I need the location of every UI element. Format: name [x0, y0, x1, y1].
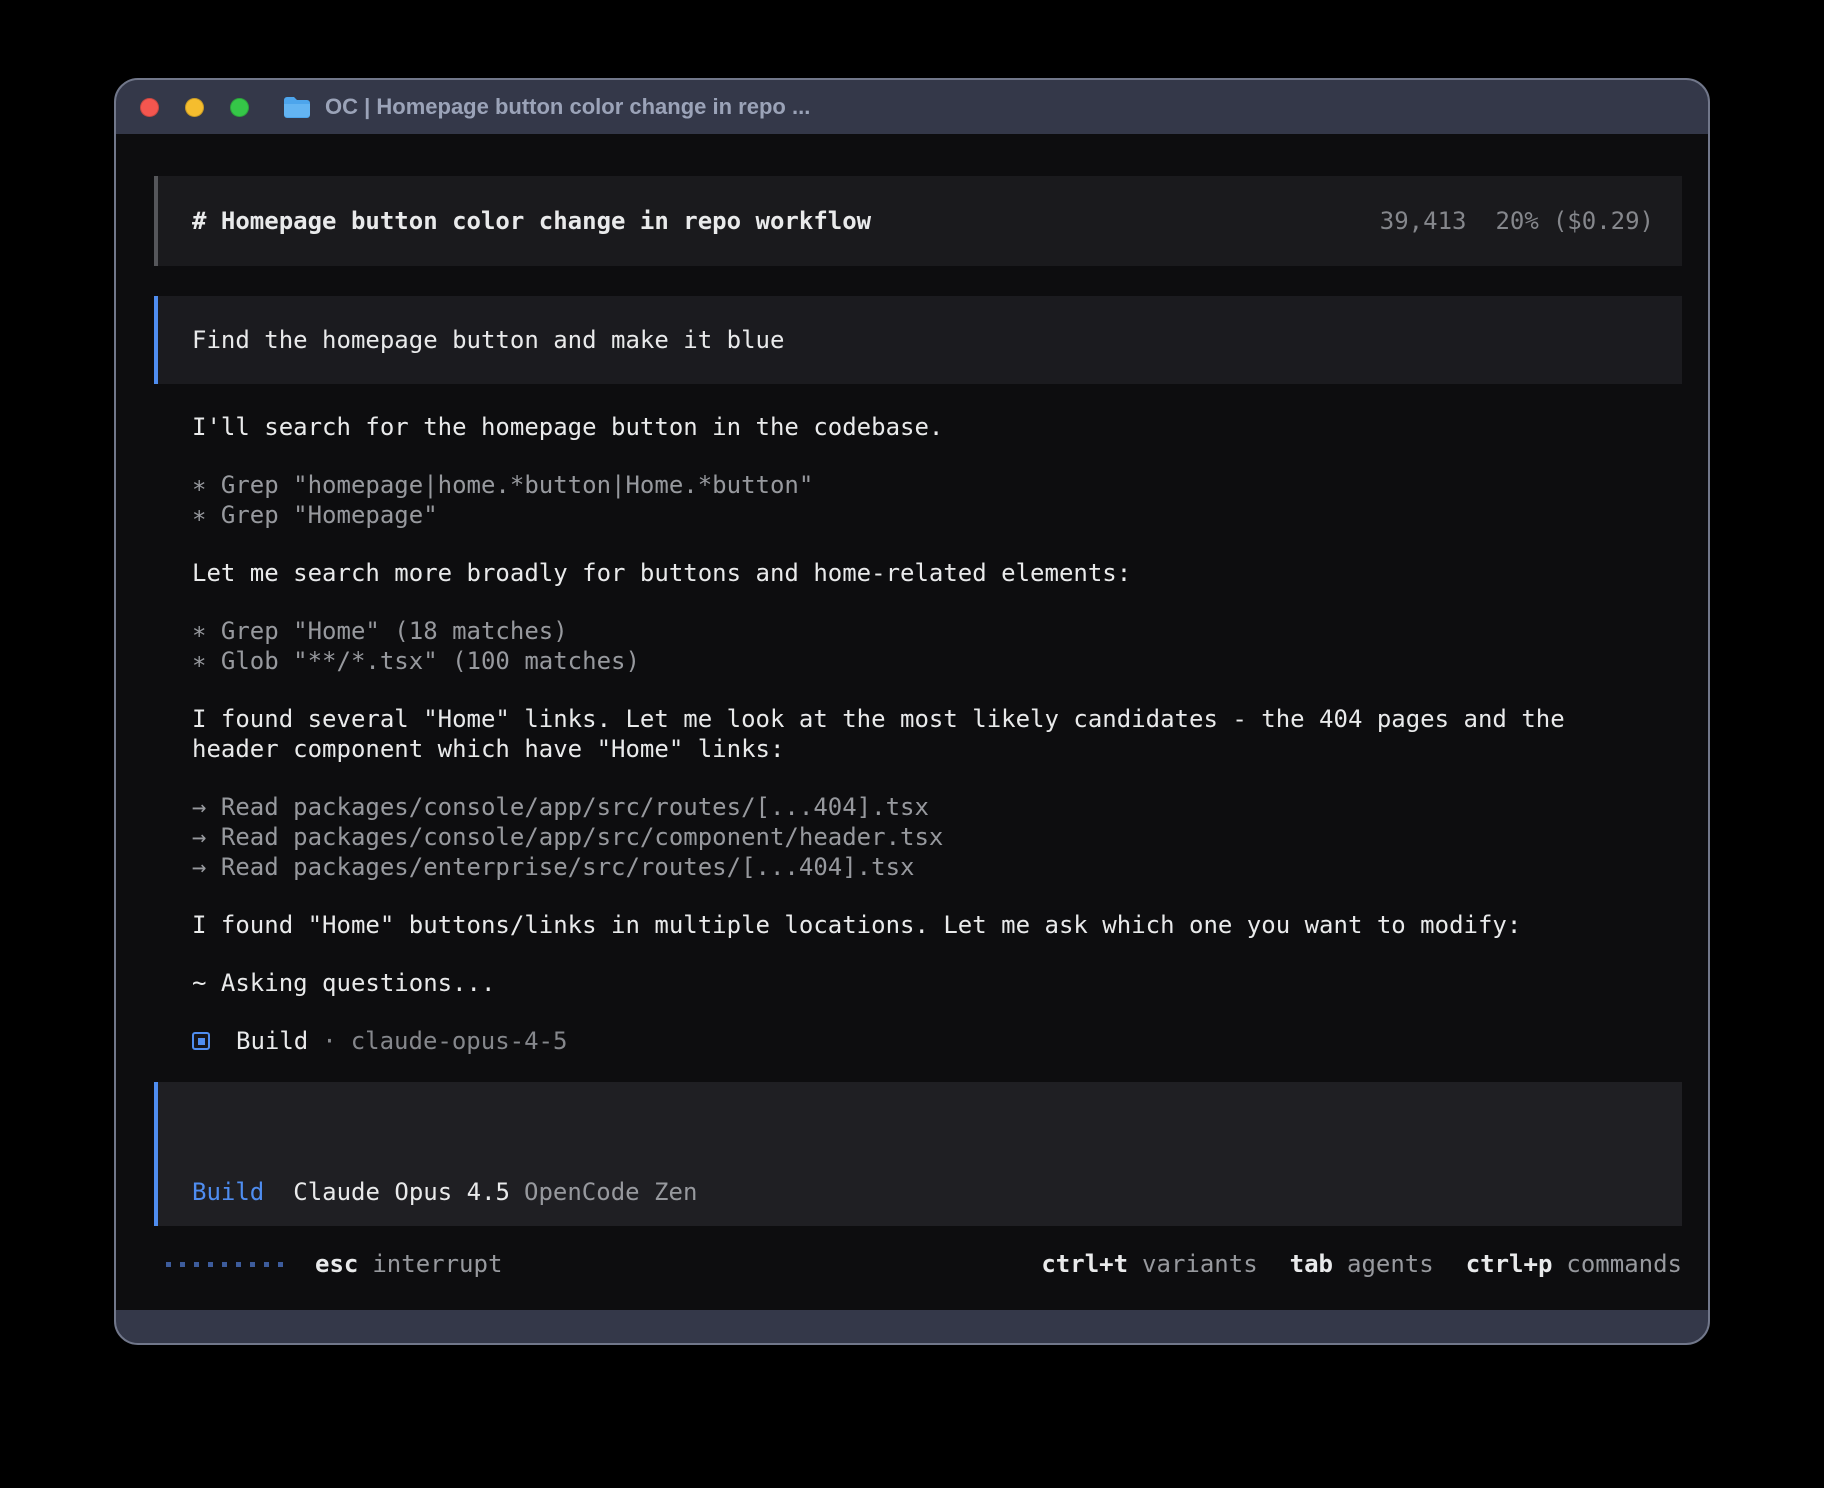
user-message: Find the homepage button and make it blu… — [154, 296, 1682, 384]
hint-key: tab — [1290, 1250, 1333, 1278]
session-title: # Homepage button color change in repo w… — [192, 207, 871, 235]
user-message-text: Find the homepage button and make it blu… — [192, 326, 784, 354]
window-title: OC | Homepage button color change in rep… — [325, 94, 810, 120]
tool-call-line: ∗ Glob "**/*.tsx" (100 matches) — [192, 646, 1682, 676]
status-left: esc interrupt — [154, 1250, 502, 1278]
assistant-text-line: I found several "Home" links. Let me loo… — [192, 704, 1682, 734]
agent-model: claude-opus-4-5 — [351, 1027, 568, 1055]
interrupt-label: interrupt — [372, 1250, 502, 1278]
spinner-dot — [166, 1262, 171, 1267]
assistant-text-block: I found "Home" buttons/links in multiple… — [154, 910, 1682, 940]
assistant-text-line: I'll search for the homepage button in t… — [192, 412, 1682, 442]
assistant-text-block: I found several "Home" links. Let me loo… — [154, 704, 1682, 764]
spinner-dot — [208, 1262, 213, 1267]
hint-commands: ctrl+p commands — [1466, 1250, 1682, 1278]
input-model-label: Claude Opus 4.5 — [293, 1178, 510, 1206]
spinner-dot — [250, 1262, 255, 1267]
spinner-dot — [278, 1262, 283, 1267]
context-percentage: 20% — [1495, 207, 1538, 235]
hint-key: ctrl+t — [1041, 1250, 1128, 1278]
agent-separator: · — [322, 1027, 336, 1055]
hint-variants: ctrl+t variants — [1041, 1250, 1257, 1278]
input-provider-label: OpenCode Zen — [524, 1178, 697, 1206]
tool-call-line: ∗ Grep "Home" (18 matches) — [192, 616, 1682, 646]
status-hints: ctrl+t variants tab agents ctrl+p comman… — [1009, 1250, 1682, 1278]
status-bar: esc interrupt ctrl+t variants tab agents… — [154, 1250, 1682, 1278]
agent-name: Build — [236, 1027, 308, 1055]
session-cost: ($0.29) — [1553, 207, 1654, 235]
tool-call-block: → Read packages/console/app/src/routes/[… — [154, 792, 1682, 882]
tool-call-line: → Read packages/console/app/src/routes/[… — [192, 792, 1682, 822]
hint-label: variants — [1142, 1250, 1258, 1278]
assistant-text-block: I'll search for the homepage button in t… — [154, 412, 1682, 442]
zoom-button[interactable] — [230, 98, 249, 117]
agent-square-icon — [192, 1032, 210, 1050]
token-count: 39,413 — [1380, 207, 1467, 235]
hint-label: commands — [1566, 1250, 1682, 1278]
minimize-button[interactable] — [185, 98, 204, 117]
input-mode-label: Build — [192, 1178, 264, 1206]
close-button[interactable] — [140, 98, 159, 117]
hint-key: ctrl+p — [1466, 1250, 1553, 1278]
spinner-dot — [222, 1262, 227, 1267]
assistant-text-line: header component which have "Home" links… — [192, 734, 1682, 764]
folder-icon — [283, 96, 311, 118]
conversation: I'll search for the homepage button in t… — [154, 412, 1682, 998]
assistant-text-line: I found "Home" buttons/links in multiple… — [192, 910, 1682, 940]
interrupt-key: esc — [315, 1250, 358, 1278]
message-input[interactable]: Build Claude Opus 4.5 OpenCode Zen — [154, 1082, 1682, 1226]
assistant-text-block: Let me search more broadly for buttons a… — [154, 558, 1682, 588]
terminal-window: OC | Homepage button color change in rep… — [114, 78, 1710, 1345]
tool-call-block: ∗ Grep "homepage|home.*button|Home.*butt… — [154, 470, 1682, 530]
spinner-dot — [180, 1262, 185, 1267]
tool-call-block: ∗ Grep "Home" (18 matches)∗ Glob "**/*.t… — [154, 616, 1682, 676]
spinner-dot — [236, 1262, 241, 1267]
spinner-dots-icon — [166, 1262, 283, 1267]
session-stats: 39,413 20% ($0.29) — [1380, 207, 1654, 235]
tool-call-line: ∗ Grep "homepage|home.*button|Home.*butt… — [192, 470, 1682, 500]
spinner-dot — [194, 1262, 199, 1267]
tool-call-line: → Read packages/console/app/src/componen… — [192, 822, 1682, 852]
hint-agents: tab agents — [1290, 1250, 1434, 1278]
spinner-dot — [264, 1262, 269, 1267]
title-bar[interactable]: OC | Homepage button color change in rep… — [116, 80, 1708, 134]
hint-label: agents — [1347, 1250, 1434, 1278]
input-footer: Build Claude Opus 4.5 OpenCode Zen — [192, 1178, 697, 1206]
session-header: # Homepage button color change in repo w… — [154, 176, 1682, 266]
tool-call-line: ∗ Grep "Homepage" — [192, 500, 1682, 530]
tool-call-line: → Read packages/enterprise/src/routes/[.… — [192, 852, 1682, 882]
terminal-content: # Homepage button color change in repo w… — [116, 134, 1708, 1310]
assistant-text-block: ~ Asking questions... — [154, 968, 1682, 998]
agent-badge: Build · claude-opus-4-5 — [154, 1026, 1682, 1056]
assistant-text-line: Let me search more broadly for buttons a… — [192, 558, 1682, 588]
assistant-text-line: ~ Asking questions... — [192, 968, 1682, 998]
